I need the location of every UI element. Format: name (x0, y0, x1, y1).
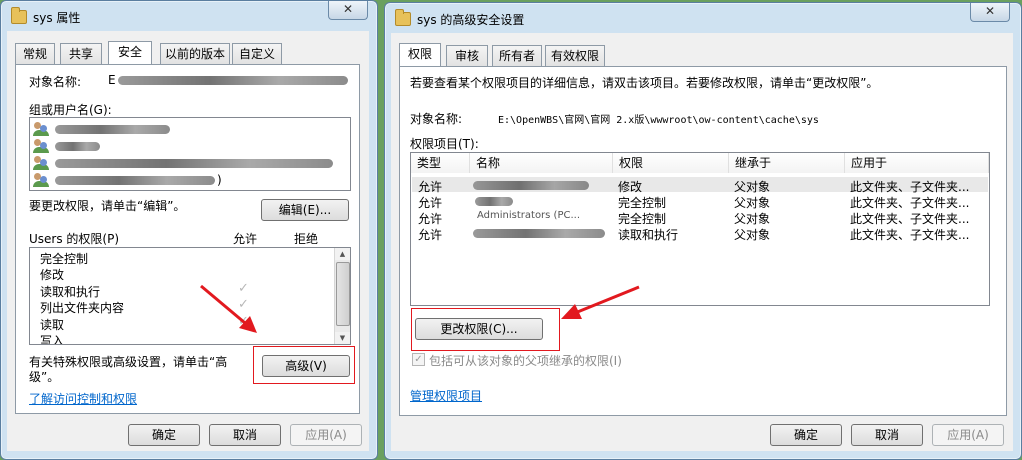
cancel-button[interactable]: 取消 (851, 424, 923, 446)
tab-sharing[interactable]: 共享 (60, 43, 102, 64)
edit-button[interactable]: 编辑(E)... (261, 199, 349, 221)
advanced-security-client: 权限 审核 所有者 有效权限 若要查看某个权限项目的详细信息，请双击该项目。若要… (391, 33, 1013, 451)
inherit-checkbox[interactable]: ✓ (412, 353, 425, 366)
permissions-tab-page: 若要查看某个权限项目的详细信息，请双击该项目。若要修改权限，请单击“更改权限”。… (399, 66, 1007, 416)
tab-owner[interactable]: 所有者 (492, 45, 542, 66)
entries-label: 权限项目(T): (410, 137, 479, 151)
properties-titlebar[interactable]: sys 属性 ✕ (1, 1, 377, 31)
column-header-name[interactable]: 名称 (470, 153, 613, 173)
list-item: 列出文件夹内容 (40, 301, 125, 315)
permissions-header: Users 的权限(P) (29, 232, 120, 246)
object-name-label: 对象名称: (410, 112, 463, 126)
user-group-icon (33, 173, 49, 187)
advanced-security-titlebar[interactable]: sys 的高级安全设置 ✕ (385, 3, 1021, 33)
deny-column-header: 拒绝 (294, 232, 319, 246)
tab-general[interactable]: 常规 (15, 43, 55, 64)
change-permissions-highlight (411, 308, 560, 351)
security-tab-page: 对象名称: E 组或用户名(G):) 要更改权限，请单击“编辑”。 编辑(E)… (15, 64, 360, 414)
user-list[interactable]: ) (29, 117, 351, 191)
permission-entries-table[interactable]: 类型 名称 权限 继承于 应用于 允许 修改 父对象 此文件夹、子文件夹... … (410, 152, 990, 306)
list-item[interactable] (33, 138, 343, 154)
user-group-icon (33, 156, 49, 170)
redacted-name (473, 229, 605, 238)
properties-client: 常规 共享 安全 以前的版本 自定义 对象名称: E 组或用户名(G):) 要… (7, 31, 369, 451)
permissions-list[interactable]: 完全控制 修改 读取和执行 ✓ 列出文件夹内容 ✓ 读取 ✓ 写入 ▲ ▼ (29, 247, 351, 345)
cancel-button[interactable]: 取消 (209, 424, 281, 446)
redacted-user (55, 176, 215, 185)
table-row[interactable]: 允许 读取和执行 父对象 此文件夹、子文件夹... (411, 225, 989, 242)
inherit-checkbox-label: 包括可从该对象的父项继承的权限(I) (429, 354, 622, 368)
list-item[interactable] (33, 155, 343, 171)
tab-previous-versions[interactable]: 以前的版本 (160, 43, 230, 64)
redacted-user (55, 142, 100, 151)
tab-auditing[interactable]: 审核 (446, 45, 488, 66)
column-header-permission[interactable]: 权限 (613, 153, 729, 173)
table-row[interactable]: 允许 修改 父对象 此文件夹、子文件夹... (411, 177, 989, 194)
list-item: 完全控制 (40, 252, 89, 266)
tab-security[interactable]: 安全 (108, 41, 152, 64)
apply-button[interactable]: 应用(A) (932, 424, 1004, 446)
user-group-icon (33, 139, 49, 153)
redacted-name (475, 197, 513, 206)
close-button[interactable]: ✕ (970, 3, 1010, 22)
apply-button[interactable]: 应用(A) (290, 424, 362, 446)
manage-permission-entries-link[interactable]: 管理权限项目 (410, 387, 482, 404)
advanced-hint-line2: 级”。 (29, 370, 60, 384)
table-row[interactable]: 允许 完全控制 父对象 此文件夹、子文件夹... (411, 193, 989, 210)
properties-window: sys 属性 ✕ 常规 共享 安全 以前的版本 自定义 对象名称: E 组或用户… (0, 0, 378, 460)
redacted-user (55, 125, 170, 134)
advanced-security-window: sys 的高级安全设置 ✕ 权限 审核 所有者 有效权限 若要查看某个权限项目的… (384, 2, 1022, 460)
tab-permissions[interactable]: 权限 (399, 43, 441, 66)
edit-hint: 要更改权限，请单击“编辑”。 (29, 199, 186, 213)
tab-customize[interactable]: 自定义 (232, 43, 282, 64)
close-icon: ✕ (342, 2, 354, 16)
redacted-name (473, 181, 589, 190)
allow-column-header: 允许 (233, 232, 258, 246)
advanced-button-highlight (253, 346, 355, 384)
column-header-type[interactable]: 类型 (411, 153, 470, 173)
list-item: 读取 (40, 318, 65, 332)
group-label: 组或用户名(G): (29, 103, 112, 117)
list-item: 读取和执行 (40, 285, 101, 299)
advanced-security-title: sys 的高级安全设置 (417, 13, 525, 27)
list-item[interactable] (33, 121, 343, 137)
scroll-down-icon[interactable]: ▼ (335, 332, 350, 344)
annotation-arrow-left (200, 284, 257, 333)
annotation-arrow-right (561, 285, 640, 319)
object-name-value: E (108, 73, 116, 87)
scroll-up-icon[interactable]: ▲ (335, 248, 350, 260)
column-header-applies-to[interactable]: 应用于 (845, 153, 989, 173)
ok-button[interactable]: 确定 (770, 424, 842, 446)
properties-title: sys 属性 (33, 11, 81, 25)
close-icon: ✕ (984, 4, 996, 18)
object-path: E:\OpenWBS\官网\官网 2.x版\wwwroot\ow-content… (498, 115, 819, 126)
scrollbar-thumb[interactable] (336, 262, 350, 326)
info-text: 若要查看某个权限项目的详细信息，请双击该项目。若要修改权限，请单击“更改权限”。 (410, 76, 879, 90)
learn-access-control-link[interactable]: 了解访问控制和权限 (29, 390, 137, 407)
folder-icon (11, 7, 27, 24)
column-header-inherited-from[interactable]: 继承于 (729, 153, 845, 173)
folder-icon (395, 9, 411, 26)
permissions-scrollbar[interactable]: ▲ ▼ (334, 248, 350, 344)
tab-effective-permissions[interactable]: 有效权限 (545, 45, 605, 66)
list-item[interactable]: ) (33, 172, 343, 188)
list-item: 写入 (40, 334, 65, 345)
list-item: 修改 (40, 268, 65, 282)
redacted-user (55, 159, 333, 168)
table-row[interactable]: 允许 Administrators (PC... 完全控制 父对象 此文件夹、子… (411, 209, 989, 226)
close-button[interactable]: ✕ (328, 1, 368, 20)
redacted-object-name (118, 76, 348, 85)
user-group-icon (33, 122, 49, 136)
ok-button[interactable]: 确定 (128, 424, 200, 446)
object-name-label: 对象名称: (29, 75, 82, 89)
